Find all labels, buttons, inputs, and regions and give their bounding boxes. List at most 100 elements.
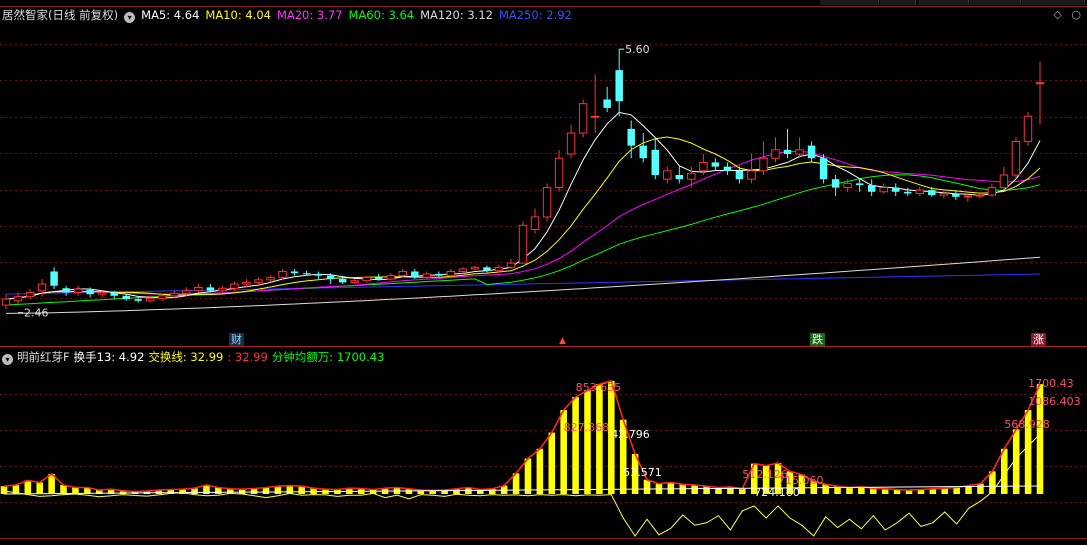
candle-body	[483, 267, 491, 271]
indicator-annotation: 853.635	[576, 381, 622, 394]
candle-body	[194, 286, 203, 292]
candle-body	[242, 281, 251, 285]
ma20-legend: MA20: 3.77	[276, 8, 343, 22]
candle-body	[542, 187, 552, 218]
candle-body	[278, 270, 287, 278]
candle-body	[904, 191, 912, 194]
candle-body	[446, 270, 456, 277]
candle-body	[254, 279, 263, 283]
turnover-legend: 换手13: 4.92	[73, 350, 145, 364]
indicator-bar	[596, 384, 603, 494]
candle-body	[458, 268, 468, 272]
marker-die[interactable]: 跌	[810, 333, 825, 346]
indicator-annotation: 724.160	[754, 486, 800, 499]
candle-body	[326, 275, 335, 280]
candle-body	[338, 279, 347, 283]
candle-body	[86, 289, 94, 295]
candle-body	[675, 175, 684, 180]
indicator-annotation: 1700.43	[1028, 377, 1074, 390]
candle-body	[627, 128, 635, 146]
indicator-bar	[858, 486, 865, 494]
marker-arrow-icon: ▲	[559, 336, 566, 346]
candle-body	[362, 276, 371, 282]
candle-body	[13, 296, 23, 302]
indicator-bar	[548, 432, 556, 494]
candle-body	[711, 162, 720, 167]
ma120-legend: MA120: 3.12	[420, 8, 493, 22]
candle-body	[819, 158, 828, 180]
candle-body	[435, 273, 443, 276]
indicator-menu-icon[interactable]: ▾	[2, 354, 13, 365]
indicator-annotation: 42.796	[611, 428, 650, 441]
candle-body	[134, 299, 142, 301]
indicator-annotation: 53.571	[623, 466, 662, 479]
candle-body	[687, 172, 696, 180]
indicator-bar	[286, 485, 294, 494]
candle-body	[590, 115, 600, 118]
candle-body	[158, 295, 167, 299]
candle-body	[1, 298, 11, 306]
candle-body	[795, 149, 804, 155]
indicator-bar	[36, 482, 43, 494]
candle-body	[651, 149, 659, 175]
indicator-bar	[524, 458, 532, 494]
cross-line-legend: 交换线: 32.99	[148, 350, 224, 364]
indicator-title: 明前红芽F	[17, 350, 70, 364]
candle-body	[422, 273, 432, 278]
candle-body	[350, 280, 359, 283]
marker-zhang[interactable]: 涨	[1031, 333, 1046, 346]
candle-body	[783, 149, 792, 155]
candle-body	[831, 179, 840, 188]
minute-amount-legend: 分钟均额万: 1700.43	[271, 350, 385, 364]
candle-body	[386, 275, 395, 280]
candle-body	[398, 270, 407, 277]
candle-body	[915, 189, 924, 194]
panel-controls: ◇ ○	[1053, 8, 1081, 21]
indicator-bar	[298, 486, 305, 494]
candle-body	[122, 295, 130, 300]
diamond-icon[interactable]: ◇	[1053, 8, 1061, 21]
candle-body	[771, 149, 780, 159]
indicator-bar	[846, 487, 853, 494]
price-annotation: 5.60	[625, 43, 650, 56]
candle-body	[314, 273, 323, 276]
candle-body	[975, 194, 985, 197]
candle-body	[963, 195, 973, 198]
indicator-bar	[953, 487, 960, 494]
indicator-bar	[572, 397, 579, 494]
candle-body	[290, 271, 299, 274]
candle-body	[663, 170, 672, 180]
candle-body	[603, 99, 611, 108]
candle-body	[615, 70, 623, 102]
candle-body	[879, 187, 888, 193]
indicator-bar	[703, 486, 710, 494]
candle-body	[891, 187, 900, 192]
candle-body	[699, 161, 708, 172]
candle-body	[999, 174, 1009, 189]
candle-body	[843, 182, 852, 189]
candle-body	[470, 266, 480, 270]
candle-body	[266, 276, 275, 281]
candle-body	[639, 145, 647, 159]
marker-cai[interactable]: 财	[229, 333, 244, 346]
candle-body	[747, 170, 756, 180]
indicator-bar	[274, 486, 282, 494]
candle-body	[530, 216, 540, 231]
ma60-legend: MA60: 3.64	[348, 8, 415, 22]
candle-body	[566, 132, 576, 155]
candle-body	[518, 224, 528, 264]
indicator-bar	[24, 480, 32, 494]
price-annotation: 2.46	[24, 307, 48, 320]
ma250-line	[5, 273, 1041, 295]
indicator-yellow-line	[3, 433, 1041, 537]
circle-icon[interactable]: ○	[1071, 8, 1081, 21]
candle-body	[62, 288, 70, 293]
indicator-bar	[643, 479, 651, 494]
indicator-legend: ▾ 明前红芽F 换手13: 4.92 交换线: 32.99: 32.99 分钟均额万: …	[2, 349, 388, 365]
bar-outline-line	[3, 379, 1041, 493]
candle-body	[146, 297, 155, 302]
candle-body	[411, 271, 419, 278]
candle-body	[928, 190, 936, 196]
candle-body	[554, 157, 564, 189]
settings-circle-icon[interactable]: ▾	[124, 12, 136, 23]
